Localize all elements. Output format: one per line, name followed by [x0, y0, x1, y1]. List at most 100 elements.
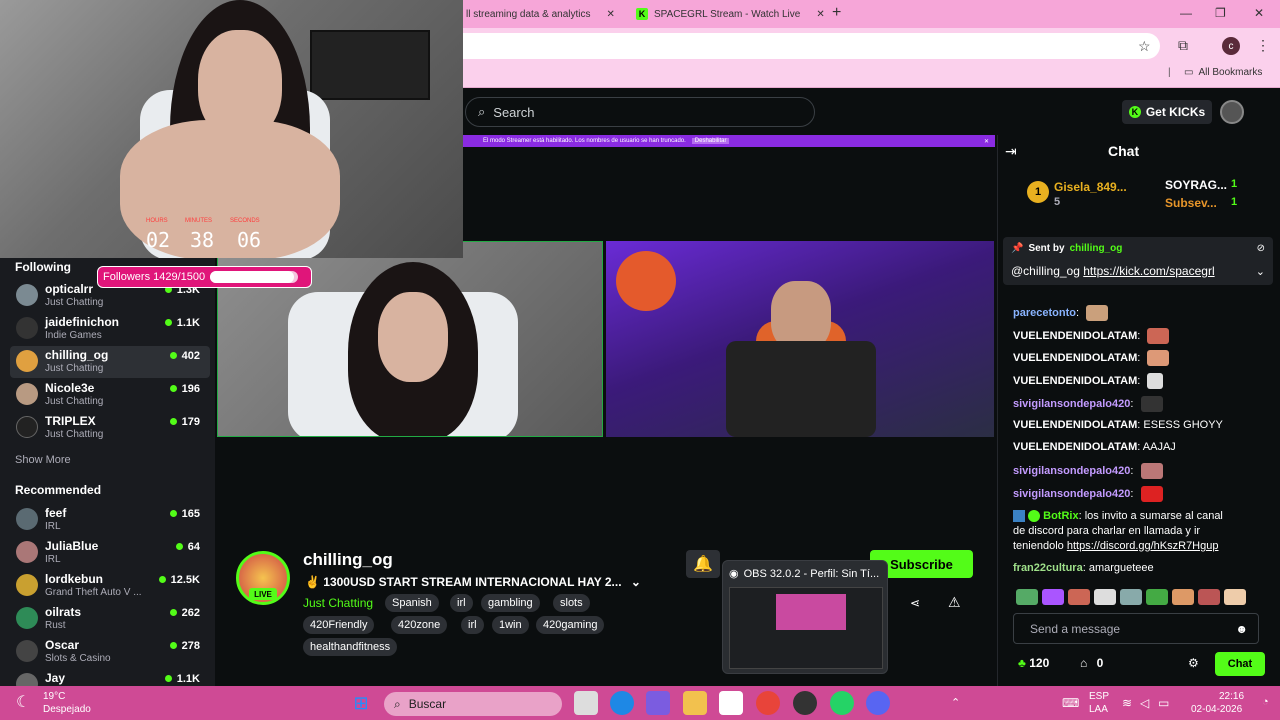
chevron-down-icon[interactable]: ⌄ — [631, 575, 641, 589]
share-icon[interactable]: ⋖ — [910, 596, 920, 610]
tab-analytics[interactable]: ll streaming data & analytics ✕ — [458, 4, 623, 24]
sidebar-channel[interactable]: Oscar Slots & Casino 278 — [10, 636, 210, 668]
chat-send-button[interactable]: Chat — [1215, 652, 1265, 676]
report-icon[interactable]: ⚠ — [948, 594, 961, 611]
chevron-up-icon[interactable]: ⌃ — [951, 696, 960, 709]
maximize-icon[interactable]: ❐ — [1215, 6, 1226, 20]
emote[interactable] — [1224, 589, 1246, 605]
file-explorer-icon[interactable] — [683, 691, 707, 715]
user-avatar[interactable] — [1220, 100, 1244, 124]
obs-icon[interactable] — [793, 691, 817, 715]
emote[interactable] — [1172, 589, 1194, 605]
gifter-name[interactable]: SOYRAG... — [1165, 178, 1227, 192]
chrome-icon[interactable] — [756, 691, 780, 715]
battery-icon[interactable]: ▭ — [1158, 696, 1169, 710]
tag[interactable]: gambling — [481, 594, 540, 612]
sidebar-channel[interactable]: Jay 1.1K — [10, 669, 210, 686]
emoji-icon[interactable]: ☻ — [1235, 622, 1248, 636]
stream-category[interactable]: Just Chatting — [303, 596, 373, 610]
wifi-icon[interactable]: ≋ — [1122, 696, 1132, 710]
obs-taskbar-preview[interactable]: ◉ OBS 32.0.2 - Perfil: Sin Tí... — [722, 560, 888, 674]
tag[interactable]: Spanish — [385, 594, 439, 612]
chevron-down-icon[interactable]: ⌄ — [1256, 265, 1265, 278]
sidebar-channel[interactable]: JuliaBlue IRL 64 — [10, 537, 210, 569]
bookmark-star-icon[interactable]: ☆ — [1138, 38, 1151, 55]
emote[interactable] — [1146, 589, 1168, 605]
pinned-link[interactable]: https://kick.com/spacegrl — [1083, 264, 1214, 278]
kicks-balance[interactable]: ♣ 120 — [1018, 656, 1049, 670]
close-window-icon[interactable]: ✕ — [1254, 6, 1264, 20]
notification-bell-button[interactable]: 🔔 — [686, 550, 720, 578]
pinned-sender[interactable]: chilling_og — [1070, 243, 1123, 254]
language-code[interactable]: ESP — [1089, 691, 1109, 702]
sidebar-channel[interactable]: chilling_og Just Chatting 402 — [10, 346, 210, 378]
chat-username[interactable]: fran22cultura — [1013, 562, 1083, 574]
tag[interactable]: irl — [461, 616, 484, 634]
url-bar[interactable] — [440, 33, 1160, 59]
tag[interactable]: 420zone — [391, 616, 448, 634]
sidebar-channel[interactable]: Nicole3e Just Chatting 196 — [10, 379, 210, 411]
chat-username[interactable]: VUELENDENIDOLATAM — [1013, 441, 1137, 453]
sidebar-channel[interactable]: TRIPLEX Just Chatting 179 — [10, 412, 210, 444]
chat-username[interactable]: sivigilansondepalo420 — [1013, 488, 1130, 500]
copilot-icon[interactable] — [646, 691, 670, 715]
sidebar-channel[interactable]: oilrats Rust 262 — [10, 603, 210, 635]
chat-username[interactable]: VUELENDENIDOLATAM — [1013, 352, 1137, 364]
clock-time[interactable]: 22:16 — [1219, 691, 1244, 702]
chat-username[interactable]: VUELENDENIDOLATAM — [1013, 419, 1137, 431]
windows-start-icon[interactable]: ⊞ — [349, 691, 373, 715]
task-view-icon[interactable] — [574, 691, 598, 715]
gifter-name[interactable]: Subsev... — [1165, 196, 1217, 210]
chat-username[interactable]: sivigilansondepalo420 — [1013, 465, 1130, 477]
store-icon[interactable] — [719, 691, 743, 715]
volume-icon[interactable]: ◁ — [1140, 696, 1149, 710]
emote[interactable] — [1042, 589, 1064, 605]
disable-streamer-mode-button[interactable]: Deshabilitar — [691, 138, 730, 144]
extensions-icon[interactable]: ⧉ — [1178, 37, 1188, 54]
minimize-icon[interactable]: — — [1180, 6, 1192, 20]
emote[interactable] — [1120, 589, 1142, 605]
taskbar-search[interactable]: ⌕ Buscar — [384, 692, 562, 716]
tag[interactable]: irl — [450, 594, 473, 612]
chat-message-input[interactable]: Send a message ☻ — [1013, 613, 1259, 644]
chat-username[interactable]: VUELENDENIDOLATAM — [1013, 330, 1137, 342]
whatsapp-icon[interactable] — [830, 691, 854, 715]
new-tab-button[interactable]: + — [832, 4, 841, 22]
chat-username[interactable]: BotRix — [1043, 510, 1078, 522]
chat-username[interactable]: sivigilansondepalo420 — [1013, 398, 1130, 410]
profile-avatar[interactable]: c — [1222, 37, 1240, 55]
sidebar-channel[interactable]: lordkebun Grand Theft Auto V ... 12.5K — [10, 570, 210, 602]
drops-balance[interactable]: ⌂ 0 — [1080, 656, 1103, 670]
sidebar-channel[interactable]: jaidefinichon Indie Games 1.1K — [10, 313, 210, 345]
collapse-chat-icon[interactable]: ⇥ — [1005, 143, 1017, 160]
search-input[interactable]: ⌕ Search — [465, 97, 815, 127]
weather-moon-icon[interactable]: ☾ — [16, 692, 30, 712]
chat-username[interactable]: parecetonto — [1013, 307, 1076, 319]
close-tab-icon[interactable]: ✕ — [816, 9, 824, 20]
all-bookmarks[interactable]: ▭ All Bookmarks — [1184, 67, 1262, 78]
tag[interactable]: slots — [553, 594, 590, 612]
chat-settings-gear-icon[interactable]: ⚙ — [1188, 656, 1199, 670]
emote[interactable] — [1068, 589, 1090, 605]
tag[interactable]: 1win — [492, 616, 529, 634]
emote[interactable] — [1016, 589, 1038, 605]
tag[interactable]: 420Friendly — [303, 616, 375, 634]
tag[interactable]: 420gaming — [536, 616, 605, 634]
show-more-button[interactable]: Show More — [15, 454, 71, 466]
channel-name[interactable]: chilling_og — [303, 550, 393, 570]
stream-video-right[interactable] — [606, 241, 994, 437]
get-kicks-button[interactable]: K Get KICKs — [1122, 100, 1212, 124]
emote[interactable] — [1198, 589, 1220, 605]
tag[interactable]: healthandfitness — [303, 638, 398, 656]
chat-username[interactable]: VUELENDENIDOLATAM — [1013, 375, 1137, 387]
gifter-name[interactable]: Gisela_849... — [1054, 180, 1127, 194]
tab-spacegrl[interactable]: K SPACEGRL Stream - Watch Live ✕ — [628, 4, 833, 24]
discord-link[interactable]: https://discord.gg/hKszR7Hgup — [1067, 540, 1219, 552]
sidebar-channel[interactable]: feef IRL 165 — [10, 504, 210, 536]
keyboard-icon[interactable]: ⌨ — [1062, 696, 1079, 710]
discord-icon[interactable] — [866, 691, 890, 715]
browser-menu-icon[interactable]: ⋮ — [1256, 37, 1270, 54]
close-tab-icon[interactable]: ✕ — [607, 9, 615, 20]
weather-temp[interactable]: 19°C — [43, 691, 65, 702]
emote[interactable] — [1094, 589, 1116, 605]
